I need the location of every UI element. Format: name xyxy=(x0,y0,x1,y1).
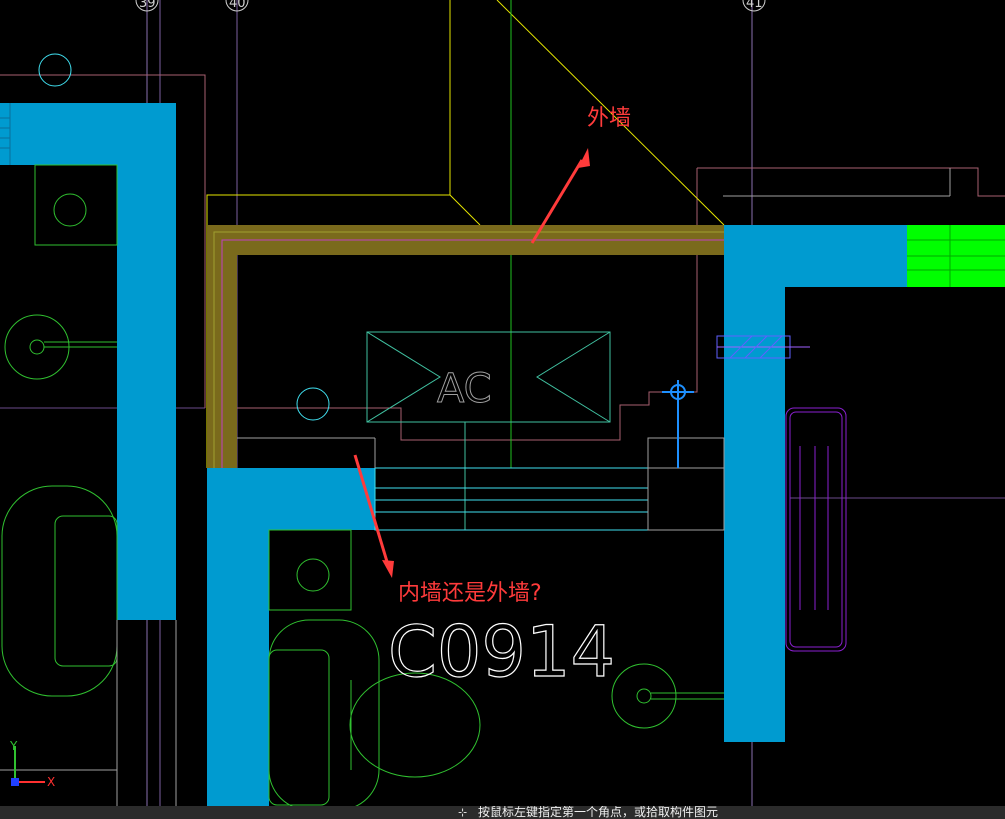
cursor-prompt-icon: ⊹ xyxy=(458,806,468,819)
ac-tag: AC xyxy=(437,366,492,412)
wall-left-vertical[interactable] xyxy=(117,103,176,620)
axis-label-41-top: 41 xyxy=(746,0,763,11)
ucs-y-label: Y xyxy=(9,739,18,753)
wall-right-vertical[interactable] xyxy=(724,225,785,742)
axis-label-39-top: 39 xyxy=(139,0,156,11)
wall-center-vertical[interactable] xyxy=(207,468,269,808)
axis-label-40-top: 40 xyxy=(229,0,246,11)
cad-drawing-canvas[interactable]: 39 40 41 39 40 xyxy=(0,0,1005,819)
annotation-outer-wall: 外墙 xyxy=(587,106,631,131)
command-prompt-text: 按鼠标左键指定第一个角点，或拾取构件图元 xyxy=(478,806,719,819)
ucs-x-label: X xyxy=(47,775,55,789)
annotation-question: 内墙还是外墙? xyxy=(398,581,542,606)
window-code-label: C0914 xyxy=(388,611,615,693)
command-status-bar: ⊹ 按鼠标左键指定第一个角点，或拾取构件图元 xyxy=(0,806,1005,819)
